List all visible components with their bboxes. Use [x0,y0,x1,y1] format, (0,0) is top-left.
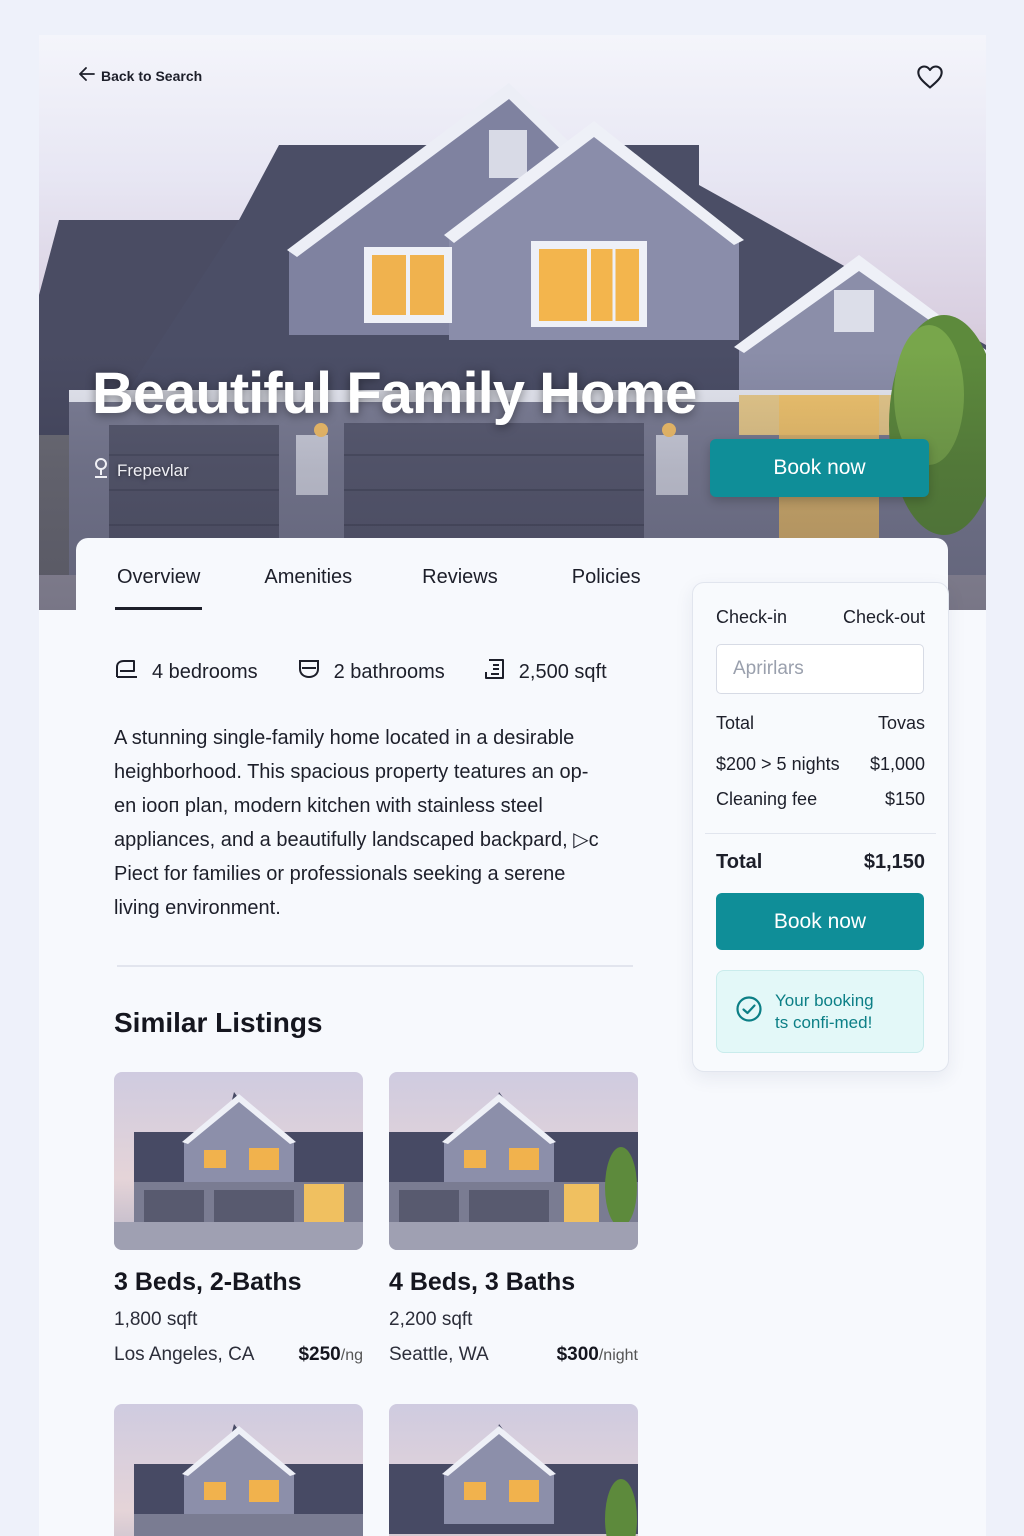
listing-card[interactable]: 4 Beds, 3 Baths 2,200 sqft Seattle, WA $… [389,1072,638,1366]
stat-bathrooms: 2 bathrooms [296,657,445,687]
listing-card-price: $300/night [557,1344,638,1366]
bathrooms-text: 2 bathrooms [333,660,445,683]
back-label: Back to Search [101,67,203,84]
listing-card-footer: Los Angeles, CA $250/ng [114,1344,363,1366]
similar-listings-heading: Similar Listings [114,1007,323,1038]
price-amount: $250 [298,1344,341,1365]
nights-label: $200 > 5 nights [716,754,840,774]
tab-policies[interactable]: Policies [572,542,641,612]
listing-card[interactable] [389,1404,638,1536]
tab-overview[interactable]: Overview [114,542,203,612]
area-text: 2,500 sqft [518,660,607,683]
tab-reviews[interactable]: Reviews [422,542,498,612]
description-line: heighborhood. This spacious property tea… [114,761,589,783]
stat-bedrooms: 4 bedrooms [114,657,258,687]
price-amount: $300 [556,1344,599,1365]
grand-total-value: $1,150 [863,851,925,873]
listing-card[interactable]: 3 Beds, 2-Baths 1,800 sqft Los Angeles, … [114,1072,363,1366]
bathtub-icon [296,657,322,687]
listing-thumbnail[interactable] [389,1072,638,1250]
description-line: Piect for families or professionals seek… [114,863,566,885]
location-text: Frepevlar [117,460,189,480]
booking-confirmation-message: Your booking ts confi-med! [716,970,924,1053]
listing-location: Frepevlar [93,456,189,485]
cleaning-fee-value: $150 [884,789,925,809]
listing-card-sqft: 1,800 sqft [114,1309,198,1330]
confirmation-line: Your booking [775,990,874,1010]
listing-card-sqft: 2,200 sqft [389,1309,473,1330]
hero-shade [39,35,986,610]
confirmation-text: Your booking ts confi-med! [775,990,874,1034]
checkin-label: Check-in [716,607,788,627]
nights-value: $1,000 [869,754,925,774]
cleaning-fee-label: Cleaning fee [716,789,818,809]
tab-amenities[interactable]: Amenities [264,542,352,612]
listing-description: A stunning single-family home located in… [114,721,634,925]
favorite-heart-icon[interactable] [916,63,944,91]
back-to-search-link[interactable]: Back to Search [79,67,202,84]
checkout-label: Check-out [842,607,925,627]
listing-card[interactable] [114,1404,363,1536]
total-header-label: Total [716,713,755,733]
listing-thumbnail[interactable] [114,1404,363,1536]
section-divider [117,965,633,967]
listing-card-location: Seattle, WA [389,1344,489,1365]
date-labels-row: Check-in Check-out [716,607,925,628]
price-unit: /night [598,1347,638,1364]
check-circle-icon [735,995,763,1029]
description-line: living environment. [114,897,281,919]
property-stats: 4 bedrooms 2 bathrooms 2,500 sqft [114,657,607,687]
bedrooms-text: 4 bedrooms [152,660,258,683]
grand-total-label: Total [716,851,763,873]
listing-card-price: $250/ng [298,1344,363,1366]
listing-thumbnail[interactable] [114,1072,363,1250]
hero-book-now-button[interactable]: Book now [710,439,929,497]
listing-page: Back to Search Beautiful Family Home Fre… [39,35,986,1536]
description-line: en iooп plan, modern kitchen with stainl… [114,795,543,817]
listing-card-title: 4 Beds, 3 Baths [389,1268,576,1296]
listing-card-footer: Seattle, WA $300/night [389,1344,638,1366]
booking-panel: Check-in Check-out Aprirlars Total Tovas… [692,582,949,1072]
date-input[interactable]: Aprirlars [716,644,924,694]
bed-icon [114,657,140,687]
panel-divider [705,833,936,834]
listing-card-title: 3 Beds, 2-Baths [114,1268,302,1296]
description-line: A stunning single-family home located in… [114,727,575,749]
floorplan-icon [483,657,507,687]
hero-banner: Back to Search Beautiful Family Home Fre… [39,35,986,610]
grand-total-row: Total $1,150 [716,851,925,874]
listing-card-location: Los Angeles, CA [114,1344,255,1365]
stat-area: 2,500 sqft [483,657,607,687]
location-pin-icon [93,456,109,485]
description-line: appliances, and a beautifully landscaped… [114,829,599,851]
total-header-row: Total Tovas [716,713,925,734]
price-unit: /ng [340,1347,363,1364]
panel-book-now-button[interactable]: Book now [716,893,924,950]
total-header-right: Tovas [877,713,925,733]
nights-row: $200 > 5 nights $1,000 [716,754,925,775]
listing-title: Beautiful Family Home [92,361,697,426]
arrow-left-icon [79,67,95,84]
confirmation-line: ts confi-med! [775,1012,873,1032]
listing-thumbnail[interactable] [389,1404,638,1536]
cleaning-fee-row: Cleaning fee $150 [716,789,925,810]
